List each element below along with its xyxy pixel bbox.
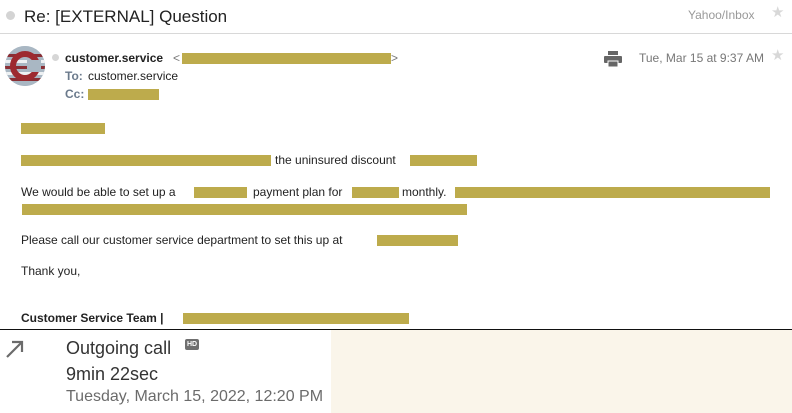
- email-open-bracket: <: [173, 51, 181, 65]
- email-date: Tue, Mar 15 at 9:37 AM: [639, 51, 764, 65]
- redacted-cc: [88, 89, 159, 100]
- redacted-text: [21, 155, 271, 166]
- redacted-text: [352, 187, 399, 198]
- redacted-phone: [377, 235, 458, 246]
- body-line-plan-a: We would be able to set up a: [21, 185, 176, 199]
- redacted-text: [22, 204, 467, 215]
- star-icon[interactable]: ★: [771, 5, 784, 20]
- sender-status-dot-icon: [52, 54, 59, 61]
- call-type: Outgoing call: [66, 338, 172, 358]
- call-log-side-panel: [331, 330, 792, 413]
- star-icon[interactable]: ★: [771, 48, 784, 63]
- to-recipient[interactable]: customer.service: [88, 69, 178, 83]
- email-subject: Re: [EXTERNAL] Question: [24, 7, 228, 26]
- sender-name[interactable]: customer.service: [65, 51, 163, 65]
- hd-badge: HD: [185, 339, 199, 350]
- cc-label: Cc:: [65, 87, 85, 101]
- outgoing-call-arrow-icon: [4, 338, 26, 360]
- unread-dot-icon[interactable]: [6, 11, 15, 20]
- email-close-bracket: >: [391, 51, 399, 65]
- subject-bar: Re: [EXTERNAL] Question Yahoo/Inbox ★: [0, 0, 792, 34]
- redacted-signature: [183, 313, 409, 324]
- redacted-text: [455, 187, 770, 198]
- call-duration: 9min 22sec: [66, 364, 159, 384]
- body-line-plan-c: monthly.: [402, 185, 447, 199]
- redacted-text: [194, 187, 247, 198]
- print-icon[interactable]: [604, 51, 622, 68]
- redacted-text: [410, 155, 477, 166]
- redacted-sender-email: [182, 53, 391, 64]
- avatar[interactable]: [5, 46, 45, 86]
- redacted-greeting: [21, 123, 105, 134]
- call-date: Tuesday, March 15, 2022, 12:20 PM: [66, 388, 324, 405]
- folder-label[interactable]: Yahoo/Inbox: [688, 8, 755, 22]
- signature: Customer Service Team |: [21, 311, 164, 325]
- body-line-thanks: Thank you,: [21, 264, 81, 278]
- body-line-plan-b: payment plan for: [253, 185, 343, 199]
- body-line-call: Please call our customer service departm…: [21, 233, 343, 247]
- to-label: To:: [65, 69, 83, 83]
- body-line-discount: the uninsured discount: [275, 153, 396, 167]
